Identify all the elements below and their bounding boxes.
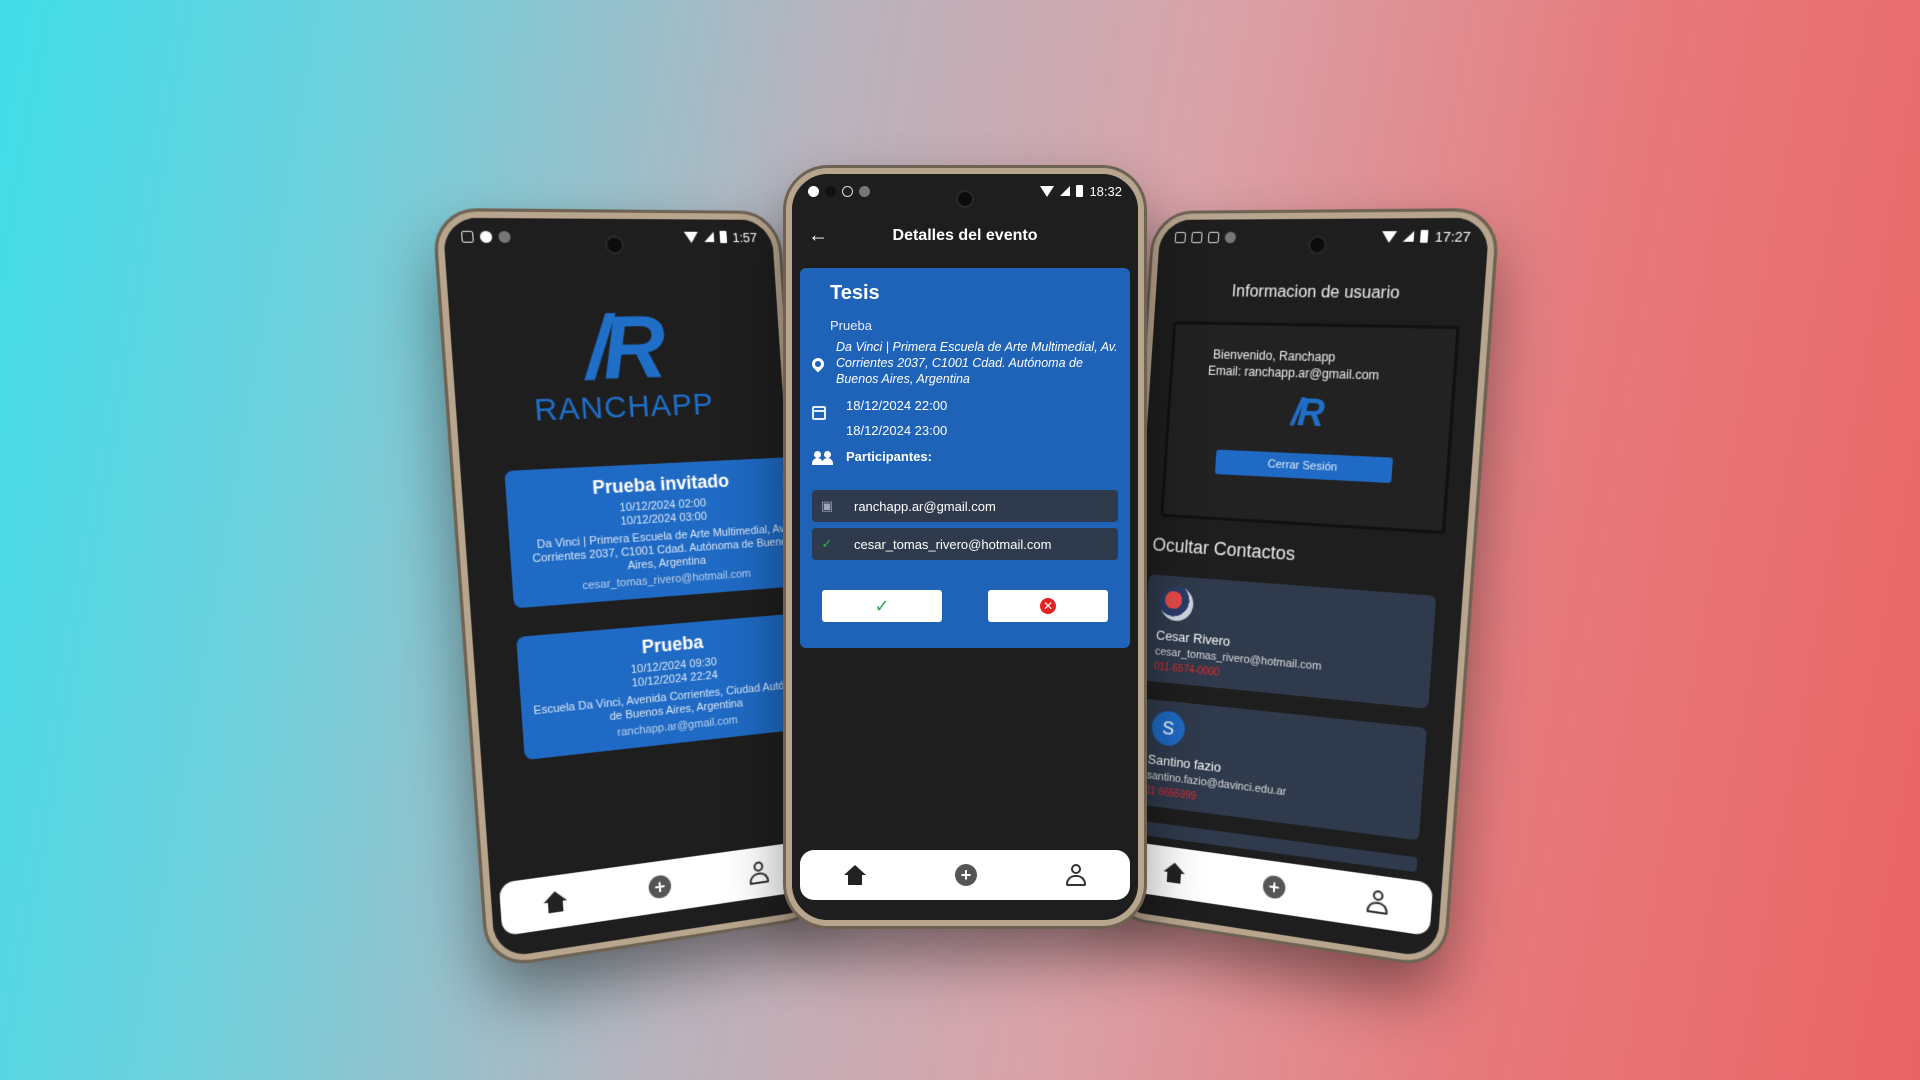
accept-button[interactable]: ✓ xyxy=(822,590,942,622)
status-time: 18:32 xyxy=(1089,183,1122,199)
notification-dot-icon xyxy=(479,230,493,243)
home-screen: 1:57 /R RANCHAPP Prueba invitado 10/12/2… xyxy=(442,217,824,959)
calendar-icon xyxy=(812,406,826,420)
participants-icon xyxy=(812,451,834,465)
app-logo: /R RANCHAPP xyxy=(449,296,785,432)
battery-icon xyxy=(1420,229,1429,243)
notification-dot-icon xyxy=(859,185,870,197)
user-email: Email: ranchapp.ar@gmail.com xyxy=(1207,363,1380,383)
mail-icon xyxy=(1207,231,1220,243)
signal-icon xyxy=(1060,186,1071,196)
participants-label: Participantes: xyxy=(846,449,932,464)
profile-icon[interactable] xyxy=(1065,864,1086,886)
phone-left: 1:57 /R RANCHAPP Prueba invitado 10/12/2… xyxy=(435,211,824,967)
profile-icon[interactable] xyxy=(749,860,770,885)
event-detail-card: Tesis Prueba Da Vinci | Primera Escuela … xyxy=(800,268,1130,648)
add-event-icon[interactable]: + xyxy=(954,864,977,886)
page-title: Informacion de usuario xyxy=(1231,283,1401,303)
notification-icon xyxy=(460,230,474,243)
pending-clipboard-icon: ▣ xyxy=(820,498,834,513)
event-card[interactable]: Prueba 10/12/2024 09:30 10/12/2024 22:24… xyxy=(516,611,824,761)
logo-mark-icon: /R xyxy=(581,296,661,399)
wifi-icon xyxy=(1381,230,1398,243)
contact-card[interactable]: S Santino fazio santino.fazio@davinci.ed… xyxy=(1133,698,1427,841)
event-description: Prueba xyxy=(830,318,872,333)
page-title: Detalles del evento xyxy=(892,227,1038,244)
status-time: 17:27 xyxy=(1434,228,1472,245)
reject-button[interactable]: ✕ xyxy=(988,590,1108,622)
wifi-icon xyxy=(683,231,699,243)
event-end: 18/12/2024 23:00 xyxy=(846,423,948,438)
notification-dot-icon xyxy=(825,185,836,197)
check-icon: ✓ xyxy=(874,595,890,616)
phone-right: 17:27 Informacion de usuario Bienvenido,… xyxy=(1108,211,1497,967)
logout-button[interactable]: Cerrar Sesión xyxy=(1214,449,1394,484)
battery-icon xyxy=(719,230,727,244)
accepted-check-icon: ✓ xyxy=(821,536,833,551)
contact-phone: 011-6574-0000 xyxy=(1153,661,1220,679)
participant-email: cesar_tomas_rivero@hotmail.com xyxy=(854,536,1052,552)
signal-icon xyxy=(703,231,714,243)
home-icon[interactable] xyxy=(844,865,867,885)
participant-email: ranchapp.ar@gmail.com xyxy=(854,498,996,514)
welcome-text: Bienvenido, Ranchapp xyxy=(1212,347,1336,365)
add-event-icon[interactable]: + xyxy=(647,873,672,900)
user-info-box: Bienvenido, Ranchapp Email: ranchapp.ar@… xyxy=(1160,321,1460,535)
participant-row: ✓ cesar_tomas_rivero@hotmail.com xyxy=(812,528,1118,560)
location-pin-icon xyxy=(809,355,827,373)
camera-cutout xyxy=(958,192,972,206)
logo-mark-icon: /R xyxy=(1290,390,1322,435)
home-icon[interactable] xyxy=(1163,861,1186,884)
avatar xyxy=(1159,585,1195,623)
home-icon[interactable] xyxy=(543,890,568,914)
notification-dot-icon xyxy=(1224,231,1237,243)
event-address: Da Vinci | Primera Escuela de Arte Multi… xyxy=(836,340,1118,386)
shield-icon xyxy=(842,185,853,197)
top-app-bar: ← Detalles del evento xyxy=(792,216,1138,256)
participant-row: ▣ ranchapp.ar@gmail.com xyxy=(812,490,1118,522)
status-bar: 17:27 xyxy=(1158,218,1489,255)
signal-icon xyxy=(1403,231,1415,242)
notification-dot-icon xyxy=(808,185,819,197)
bottom-nav: + xyxy=(498,840,809,937)
bottom-nav: + xyxy=(800,850,1130,900)
wifi-icon xyxy=(1040,185,1055,197)
camera-cutout xyxy=(606,237,623,253)
avatar: S xyxy=(1150,709,1186,748)
phone-center: 18:32 ← Detalles del evento Tesis Prueba… xyxy=(786,168,1144,926)
profile-icon[interactable] xyxy=(1367,889,1390,915)
event-details-screen: 18:32 ← Detalles del evento Tesis Prueba… xyxy=(792,174,1138,920)
contact-phone: 11 6655999 xyxy=(1145,785,1197,803)
profile-screen: 17:27 Informacion de usuario Bienvenido,… xyxy=(1114,217,1490,959)
contact-card[interactable]: Cesar Rivero cesar_tomas_rivero@hotmail.… xyxy=(1141,574,1437,709)
back-arrow-icon[interactable]: ← xyxy=(808,225,828,248)
event-title: Tesis xyxy=(830,282,880,304)
hide-contacts-toggle[interactable]: Ocultar Contactos xyxy=(1152,534,1296,565)
notification-icon xyxy=(1191,231,1203,243)
add-event-icon[interactable]: + xyxy=(1262,874,1287,901)
status-time: 1:57 xyxy=(731,229,758,245)
event-start: 18/12/2024 22:00 xyxy=(846,398,948,413)
event-card[interactable]: Prueba invitado 10/12/2024 02:00 10/12/2… xyxy=(504,456,815,609)
battery-icon xyxy=(1076,185,1084,197)
close-circle-icon: ✕ xyxy=(1040,598,1056,614)
notification-dot-icon xyxy=(498,230,511,243)
notification-icon xyxy=(1174,231,1187,243)
